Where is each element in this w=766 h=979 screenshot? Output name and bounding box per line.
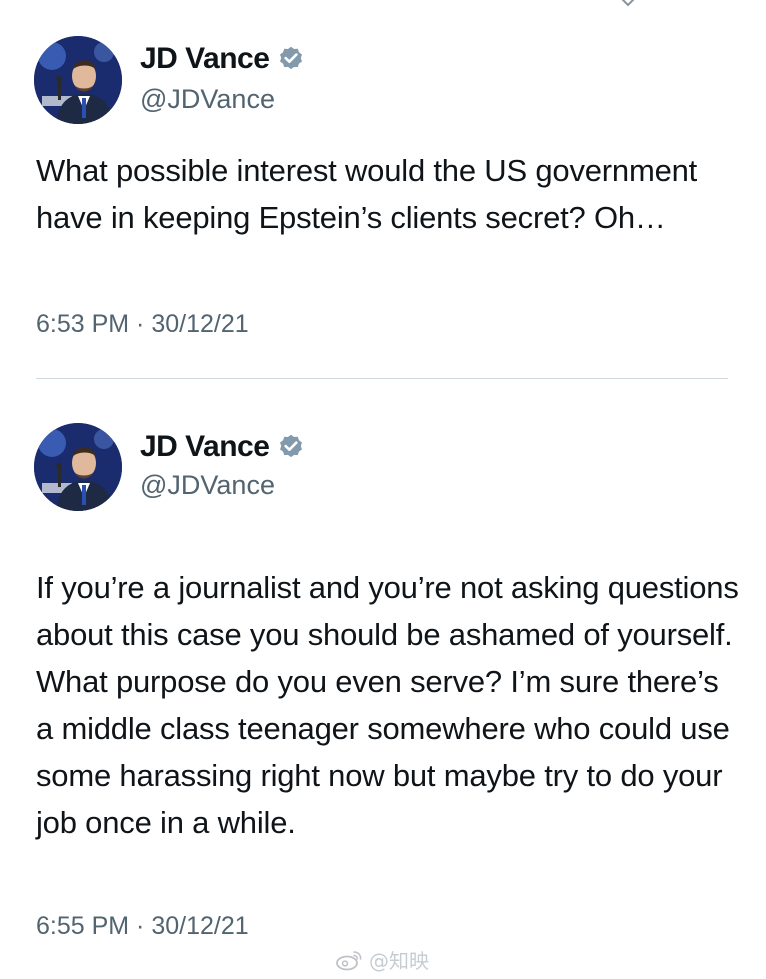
watermark-text: @知映 <box>369 949 429 973</box>
tweet[interactable]: JD Vance @JDVance If you’re a journalist… <box>0 380 766 979</box>
person-avatar-icon <box>34 423 122 511</box>
weibo-icon <box>336 950 362 970</box>
avatar[interactable] <box>34 36 122 124</box>
tweet-timestamp[interactable]: 6:55 PM · 30/12/21 <box>36 912 249 941</box>
author-handle[interactable]: @JDVance <box>140 470 275 501</box>
author-display-name[interactable]: JD Vance <box>140 42 270 76</box>
author-name-row: JD Vance <box>140 430 305 464</box>
watermark: @知映 <box>335 945 429 974</box>
tweet-timestamp[interactable]: 6:53 PM · 30/12/21 <box>36 310 249 339</box>
tweet-text: What possible interest would the US gove… <box>36 153 698 235</box>
tweet[interactable]: JD Vance @JDVance What possible interest… <box>0 0 766 378</box>
verified-badge-icon <box>277 45 305 73</box>
tweet-text: If you’re a journalist and you’re not as… <box>36 570 739 840</box>
tweet-divider <box>36 378 728 379</box>
author-handle[interactable]: @JDVance <box>140 84 275 115</box>
author-name-row: JD Vance <box>140 42 305 76</box>
verified-badge-icon <box>277 433 305 461</box>
avatar[interactable] <box>34 423 122 511</box>
author-display-name[interactable]: JD Vance <box>140 430 270 464</box>
person-avatar-icon <box>34 36 122 124</box>
